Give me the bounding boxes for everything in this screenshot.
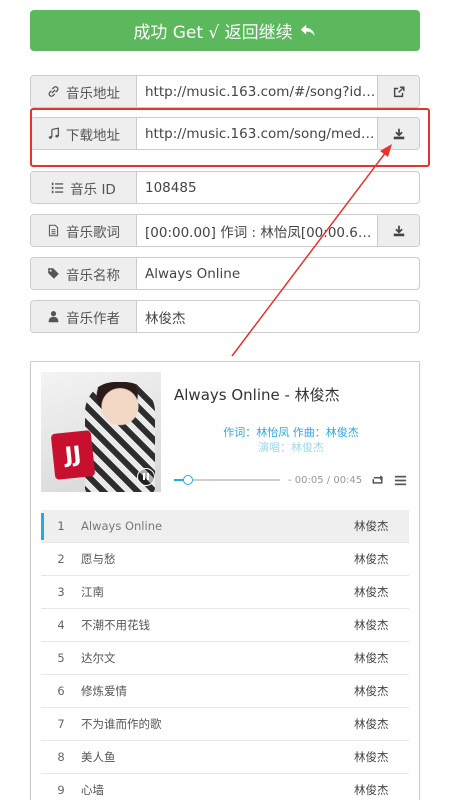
track-name: 江南 (81, 585, 104, 599)
download-url-label-cell: 下载地址 (31, 118, 137, 149)
track-number: 8 (57, 750, 65, 764)
music-name-row: 音乐名称 Always Online (30, 257, 420, 290)
album-cover-icon: JJ (41, 372, 161, 492)
file-icon (48, 224, 59, 237)
playlist-item[interactable]: 2 愿与愁 林俊杰 (41, 543, 409, 576)
link-icon (48, 86, 59, 97)
lyrics-label-cell: 音乐歌词 (31, 215, 137, 246)
music-name-label: 音乐名称 (66, 267, 120, 284)
playlist-item[interactable]: 5 达尔文 林俊杰 (41, 642, 409, 675)
track-name: 心墙 (81, 783, 104, 797)
loop-button[interactable] (370, 473, 385, 488)
progress-area: - 00:05 / 00:45 (174, 472, 414, 488)
track-artist: 林俊杰 (354, 684, 389, 698)
music-url-row: 音乐地址 http://music.163.com/#/song?id=1084… (30, 75, 420, 108)
music-id-field[interactable]: 108485 (137, 172, 419, 203)
download-lyrics-button[interactable] (377, 215, 419, 246)
music-url-label-cell: 音乐地址 (31, 76, 137, 107)
download-url-field[interactable]: http://music.163.com/song/media/outer/ur… (137, 118, 377, 149)
track-number: 6 (57, 684, 65, 698)
track-artist: 林俊杰 (354, 750, 389, 764)
track-number: 5 (57, 651, 65, 665)
music-url-label: 音乐地址 (66, 85, 120, 102)
open-music-url-button[interactable] (377, 76, 419, 107)
playlist-menu-button[interactable] (393, 473, 408, 488)
track-artist: 林俊杰 (354, 717, 389, 731)
download-icon (393, 225, 404, 236)
success-return-button[interactable]: 成功 Get √ 返回继续 (30, 10, 420, 51)
track-name: 不潮不用花钱 (81, 618, 150, 632)
playlist-item[interactable]: 6 修炼爱情 林俊杰 (41, 675, 409, 708)
track-name: 修炼爱情 (81, 684, 127, 698)
track-name: 美人鱼 (81, 750, 116, 764)
music-id-label: 音乐 ID (70, 181, 116, 198)
download-url-row: 下载地址 http://music.163.com/song/media/out… (30, 117, 420, 150)
loop-icon (372, 474, 384, 484)
success-return-label: 成功 Get √ 返回继续 (133, 23, 293, 43)
player-song-title: Always Online - 林俊杰 (174, 386, 340, 404)
music-note-icon (48, 127, 59, 139)
playlist-item[interactable]: 4 不潮不用花钱 林俊杰 (41, 609, 409, 642)
lyric-current-line: 作词：林怡凤 作曲：林俊杰 (223, 426, 359, 439)
music-name-label-cell: 音乐名称 (31, 258, 137, 289)
menu-icon (395, 475, 407, 485)
tag-icon (48, 268, 59, 279)
music-author-field[interactable]: 林俊杰 (137, 301, 419, 332)
list-ol-icon (51, 182, 64, 194)
playlist-item[interactable]: 8 美人鱼 林俊杰 (41, 741, 409, 774)
lyrics-field[interactable]: [00:00.00] 作词 : 林怡凤[00:00.61] 作曲 : 林俊杰 (137, 215, 377, 246)
cover-pause-icon[interactable] (137, 468, 155, 486)
music-url-field[interactable]: http://music.163.com/#/song?id=108485 (137, 76, 377, 107)
time-display: - 00:05 / 00:45 (288, 474, 363, 486)
user-icon (48, 311, 59, 323)
music-author-label: 音乐作者 (66, 310, 120, 327)
reply-arrow-icon (300, 24, 315, 36)
track-number: 9 (57, 783, 65, 797)
track-name: 达尔文 (81, 651, 116, 665)
download-song-button[interactable] (377, 118, 419, 149)
track-number: 3 (57, 585, 65, 599)
music-id-label-cell: 音乐 ID (31, 172, 137, 203)
track-name: 愿与愁 (81, 552, 116, 566)
playlist-item[interactable]: 1 Always Online 林俊杰 (41, 510, 409, 543)
lyric-next-line: 演唱：林俊杰 (258, 441, 324, 454)
track-name: Always Online (81, 519, 163, 533)
track-artist: 林俊杰 (354, 552, 389, 566)
music-author-label-cell: 音乐作者 (31, 301, 137, 332)
music-player: JJ Always Online - 林俊杰 作词：林怡凤 作曲：林俊杰 演唱：… (30, 361, 420, 800)
playlist-item[interactable]: 7 不为谁而作的歌 林俊杰 (41, 708, 409, 741)
download-url-label: 下载地址 (66, 127, 120, 144)
track-number: 1 (57, 519, 65, 533)
playlist: 1 Always Online 林俊杰 2 愿与愁 林俊杰 3 江南 林俊杰 4 不潮不用花钱 林俊杰… (41, 510, 409, 800)
track-artist: 林俊杰 (354, 651, 389, 665)
track-number: 7 (57, 717, 65, 731)
track-artist: 林俊杰 (354, 585, 389, 599)
music-author-row: 音乐作者 林俊杰 (30, 300, 420, 333)
track-artist: 林俊杰 (354, 519, 389, 533)
progress-thumb[interactable] (182, 475, 193, 485)
progress-bar[interactable] (174, 475, 280, 485)
track-name: 不为谁而作的歌 (81, 717, 162, 731)
music-name-field[interactable]: Always Online (137, 258, 419, 289)
external-link-icon (393, 85, 405, 97)
track-artist: 林俊杰 (354, 618, 389, 632)
lyrics-row: 音乐歌词 [00:00.00] 作词 : 林怡凤[00:00.61] 作曲 : … (30, 214, 420, 247)
lyrics-label: 音乐歌词 (66, 224, 120, 241)
music-id-row: 音乐 ID 108485 (30, 171, 420, 204)
track-number: 4 (57, 618, 65, 632)
playlist-item[interactable]: 9 心墙 林俊杰 (41, 774, 409, 800)
download-icon (393, 128, 404, 139)
playlist-item[interactable]: 3 江南 林俊杰 (41, 576, 409, 609)
track-artist: 林俊杰 (354, 783, 389, 797)
track-number: 2 (57, 552, 65, 566)
